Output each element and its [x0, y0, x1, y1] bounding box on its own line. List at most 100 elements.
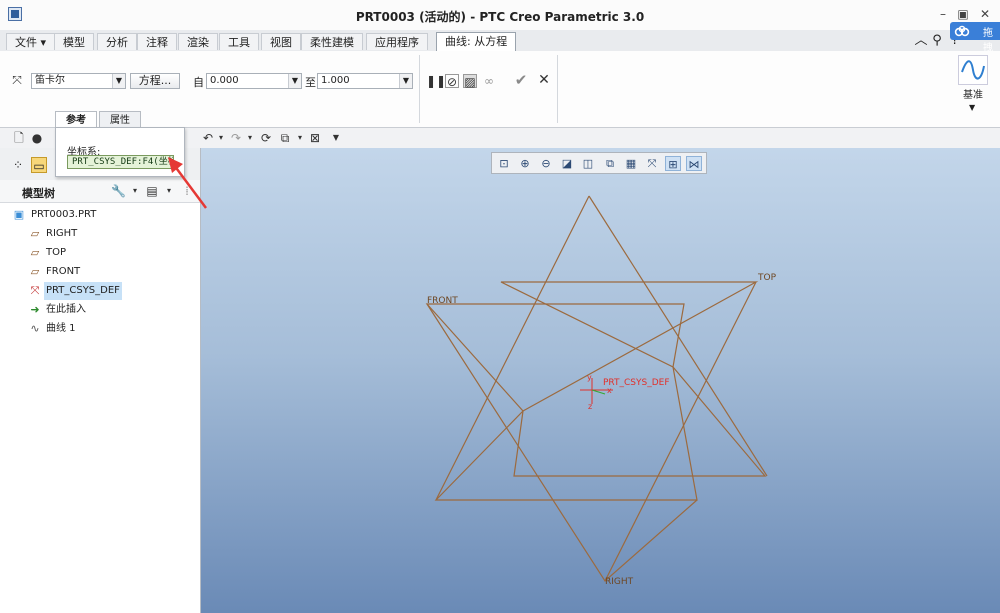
to-value: 1.000 — [321, 75, 350, 86]
display-style-icon[interactable]: ◫ — [580, 156, 596, 171]
tree-item-insert-here[interactable]: ➜ 在此插入 — [0, 301, 200, 319]
window-title: PRT0003 (活动的) - PTC Creo Parametric 3.0 — [355, 10, 645, 24]
chevron-down-icon: ▼ — [399, 74, 412, 88]
customize-toolbar-icon[interactable]: ▼ — [329, 131, 343, 145]
tab-view[interactable]: 视图 — [261, 33, 301, 50]
right-plane-upper-left — [435, 195, 590, 501]
no-preview-icon[interactable]: ⊘ — [445, 74, 459, 89]
csys-label: PRT_CSYS_DEF — [603, 378, 670, 388]
cloud-icon — [954, 25, 970, 37]
tree-item-label: FRONT — [46, 266, 81, 277]
to-label: 至 — [305, 76, 316, 89]
datum-display-icon[interactable]: ⤧ — [644, 156, 660, 171]
chevron-down-icon[interactable]: ▾ — [293, 131, 307, 145]
csys-x-axis-label: x — [607, 386, 612, 395]
new-file-icon[interactable]: 🗋 — [12, 131, 26, 145]
zoom-in-icon[interactable]: ⊕ — [517, 156, 533, 171]
windows-icon[interactable]: ⧉ — [278, 131, 292, 145]
coord-type-select[interactable]: 笛卡尔 ▼ — [31, 73, 126, 89]
chevron-down-icon[interactable]: ▾ — [128, 184, 142, 198]
tree-columns-icon[interactable]: ▤ — [145, 184, 159, 198]
search-icon[interactable]: ⚲ — [929, 34, 945, 48]
from-value: 0.000 — [210, 75, 239, 86]
tab-annotate[interactable]: 注释 — [137, 33, 177, 50]
tree-item-front[interactable]: ▱ FRONT — [0, 263, 200, 281]
model-tree-tab-icon[interactable]: ⁘ — [10, 157, 26, 173]
tab-analysis[interactable]: 分析 — [97, 33, 137, 50]
callout-arrow — [168, 157, 208, 209]
tab-flexible-modeling[interactable]: 柔性建模 — [301, 33, 363, 50]
cloud-drag-badge[interactable]: 拖拽 — [950, 22, 1000, 54]
equation-button[interactable]: 方程... — [130, 73, 180, 89]
maximize-icon[interactable]: ▣ — [953, 6, 973, 22]
chevron-down-icon: ▼ — [112, 74, 125, 88]
ribbon-tab-bar: 文件 ▾ 模型 分析 注释 渲染 工具 视图 柔性建模 应用程序 曲线: 从方程… — [0, 30, 1000, 52]
to-value-field[interactable]: 1.000 ▼ — [317, 73, 413, 89]
tree-item-label: PRT0003.PRT — [31, 209, 97, 220]
ribbon-separator — [419, 55, 420, 123]
tree-item-top[interactable]: ▱ TOP — [0, 244, 200, 262]
tree-settings-icon[interactable]: 🔧 — [111, 184, 126, 198]
tree-item-label: PRT_CSYS_DEF — [44, 282, 122, 300]
csys-icon: ⤧ — [30, 284, 40, 297]
datum-plane-icon: ▱ — [30, 265, 40, 278]
csys-z-axis-label: z — [588, 402, 593, 411]
model-tree-panel: ⁘ ▭ 模型树 🔧 ▾ ▤ ▾ ⁞ ▣ PRT0003.PRT ▱ RIGHT … — [0, 148, 201, 613]
redo-icon[interactable]: ↷ — [229, 131, 243, 145]
tree-item-curve[interactable]: ∿ 曲线 1 — [0, 320, 200, 338]
tab-tools[interactable]: 工具 — [219, 33, 259, 50]
pause-icon[interactable]: ❚❚ — [426, 74, 446, 88]
tab-file[interactable]: 文件 ▾ — [6, 33, 56, 50]
csys-reference-collector[interactable]: PRT_CSYS_DEF:F4(坐标系) — [67, 155, 174, 169]
tree-item-label: RIGHT — [46, 228, 78, 239]
regenerate-icon[interactable]: ⟳ — [259, 131, 273, 145]
from-value-field[interactable]: 0.000 ▼ — [206, 73, 302, 89]
tree-item-right[interactable]: ▱ RIGHT — [0, 225, 200, 243]
saved-orientations-icon[interactable]: ⧉ — [602, 156, 618, 171]
preview-icon[interactable]: ▨ — [463, 74, 477, 89]
tab-applications[interactable]: 应用程序 — [366, 33, 428, 50]
datum-plane-icon: ▱ — [30, 227, 40, 240]
annotation-display-icon[interactable]: ⊞ — [665, 156, 681, 171]
chevron-down-icon[interactable]: ▾ — [243, 131, 257, 145]
dashboard-panel-tabs: 参考 属性 — [55, 111, 145, 128]
tab-reference[interactable]: 参考 — [55, 111, 97, 128]
front-plane-label: FRONT — [427, 296, 458, 306]
curve-icon: ∿ — [30, 322, 40, 335]
right-plane-upper — [588, 195, 768, 477]
front-plane — [425, 303, 698, 501]
tab-properties[interactable]: 属性 — [99, 111, 141, 128]
close-window-icon[interactable]: ⊠ — [308, 131, 322, 145]
cancel-x-icon[interactable]: ✕ — [537, 73, 551, 87]
right-plane-lower — [426, 303, 698, 582]
minimize-icon[interactable]: – — [933, 6, 953, 22]
zoom-out-icon[interactable]: ⊖ — [538, 156, 554, 171]
accept-check-icon[interactable]: ✔ — [514, 73, 528, 88]
view-manager-icon[interactable]: ▦ — [623, 156, 639, 171]
tab-render[interactable]: 渲染 — [178, 33, 218, 50]
repaint-icon[interactable]: ◪ — [559, 156, 575, 171]
chevron-down-icon[interactable]: ▾ — [214, 131, 228, 145]
tab-curve-from-equation[interactable]: 曲线: 从方程 — [436, 32, 517, 51]
datum-planes-view — [425, 195, 768, 582]
title-bar: PRT0003 (活动的) - PTC Creo Parametric 3.0 … — [0, 0, 1000, 31]
datum-curve-icon[interactable] — [958, 55, 988, 85]
ribbon-panel: ⤧ 笛卡尔 ▼ 方程... 自 0.000 ▼ 至 1.000 ▼ ❚❚ ⊘ ▨… — [0, 51, 1000, 128]
in-graphics-toolbar: ⊡ ⊕ ⊖ ◪ ◫ ⧉ ▦ ⤧ ⊞ ⋈ — [491, 152, 707, 174]
datum-label[interactable]: 基准 — [963, 86, 983, 101]
chevron-down-icon[interactable]: ▼ — [969, 103, 975, 112]
folder-browser-tab-icon[interactable]: ▭ — [31, 157, 47, 173]
tree-item-label: 在此插入 — [46, 304, 86, 315]
spin-center-icon[interactable]: ⋈ — [686, 156, 702, 171]
tab-model[interactable]: 模型 — [54, 33, 94, 50]
refit-icon[interactable]: ⊡ — [496, 156, 512, 171]
appearance-sphere-icon[interactable]: ● — [30, 131, 44, 145]
graphics-window[interactable]: FRONT TOP RIGHT PRT_CSYS_DEF y x z ⊡ ⊕ ⊖… — [201, 148, 1000, 613]
tree-item-csys[interactable]: ⤧ PRT_CSYS_DEF — [0, 282, 200, 300]
undo-icon[interactable]: ↶ — [201, 131, 215, 145]
right-plane-label: RIGHT — [605, 577, 634, 587]
verify-glasses-icon[interactable]: ∞ — [482, 74, 496, 88]
close-icon[interactable]: ✕ — [975, 6, 995, 22]
datum-plane-icon: ▱ — [30, 246, 40, 259]
collapse-ribbon-icon[interactable]: ︿ — [913, 34, 929, 48]
